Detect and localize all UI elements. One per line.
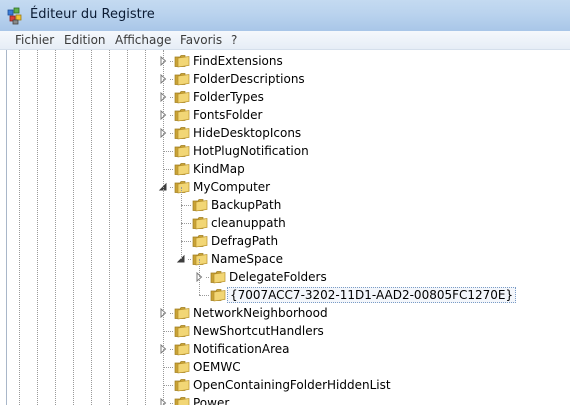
tree-node[interactable]: NotificationArea xyxy=(7,340,570,358)
tree-node[interactable]: {7007ACC7-3202-11D1-AAD2-00805FC1270E} xyxy=(7,286,570,304)
tree-node[interactable]: DelegateFolders xyxy=(7,268,570,286)
menu-bar: Fichier Edition Affichage Favoris ? xyxy=(0,31,570,50)
folder-icon xyxy=(174,307,190,320)
folder-icon xyxy=(174,343,190,356)
tree-node-label[interactable]: cleanuppath xyxy=(209,215,288,231)
menu-favoris[interactable]: Favoris xyxy=(180,33,222,47)
tree-connector xyxy=(163,367,173,368)
folder-icon xyxy=(174,325,190,338)
tree-node-label[interactable]: DefragPath xyxy=(209,233,280,249)
tree-node[interactable]: FolderTypes xyxy=(7,88,570,106)
folder-icon xyxy=(174,379,190,392)
title-bar[interactable]: Éditeur du Registre xyxy=(0,0,570,31)
tree-node-label[interactable]: KindMap xyxy=(191,161,247,177)
tree-guide-line xyxy=(163,50,164,405)
tree-node-label[interactable]: OEMWC xyxy=(191,359,243,375)
tree-connector xyxy=(181,241,191,242)
tree-node-label[interactable]: NewShortcutHandlers xyxy=(191,323,326,339)
folder-icon xyxy=(192,253,208,266)
tree-node-label[interactable]: OpenContainingFolderHiddenList xyxy=(191,377,393,393)
tree-node[interactable]: FontsFolder xyxy=(7,106,570,124)
tree-node[interactable]: HideDesktopIcons xyxy=(7,124,570,142)
tree-connector xyxy=(199,295,209,296)
tree-node-label[interactable]: BackupPath xyxy=(209,197,283,213)
tree-node-label[interactable]: Power xyxy=(191,395,231,405)
folder-icon xyxy=(210,289,226,302)
tree-connector xyxy=(181,223,191,224)
regedit-icon[interactable] xyxy=(6,7,24,25)
folder-icon xyxy=(174,127,190,140)
menu-edition[interactable]: Edition xyxy=(64,33,106,47)
tree-node[interactable]: NetworkNeighborhood xyxy=(7,304,570,322)
tree-connector xyxy=(181,205,191,206)
tree-node-label[interactable]: NotificationArea xyxy=(191,341,291,357)
tree-node[interactable]: OEMWC xyxy=(7,358,570,376)
tree-node-label[interactable]: FontsFolder xyxy=(191,107,264,123)
folder-icon xyxy=(174,145,190,158)
folder-icon xyxy=(174,361,190,374)
registry-tree[interactable]: FindExtensions FolderDescriptions FolderTy… xyxy=(6,50,570,405)
folder-icon xyxy=(174,181,190,194)
tree-node-label-selected[interactable]: {7007ACC7-3202-11D1-AAD2-00805FC1270E} xyxy=(227,287,517,303)
folder-icon xyxy=(174,73,190,86)
tree-node-label[interactable]: NetworkNeighborhood xyxy=(191,305,330,321)
tree-node-label[interactable]: DelegateFolders xyxy=(227,269,329,285)
tree-node-label[interactable]: HideDesktopIcons xyxy=(191,125,303,141)
tree-guide-line xyxy=(199,259,200,295)
tree-connector xyxy=(163,331,173,332)
tree-connector xyxy=(163,385,173,386)
tree-node-label[interactable]: HotPlugNotification xyxy=(191,143,311,159)
tree-node-label[interactable]: FindExtensions xyxy=(191,53,285,69)
tree-node[interactable]: NewShortcutHandlers xyxy=(7,322,570,340)
folder-icon xyxy=(174,55,190,68)
tree-node[interactable]: KindMap xyxy=(7,160,570,178)
tree-node[interactable]: BackupPath xyxy=(7,196,570,214)
tree-node[interactable]: HotPlugNotification xyxy=(7,142,570,160)
tree-node[interactable]: FolderDescriptions xyxy=(7,70,570,88)
folder-icon xyxy=(174,397,190,405)
menu-affichage[interactable]: Affichage xyxy=(115,33,171,47)
menu-fichier[interactable]: Fichier xyxy=(15,33,54,47)
tree-node[interactable]: Power xyxy=(7,394,570,405)
window-title: Éditeur du Registre xyxy=(30,7,155,22)
tree-node-label[interactable]: FolderTypes xyxy=(191,89,266,105)
tree-connector xyxy=(163,169,173,170)
tree-node[interactable]: cleanuppath xyxy=(7,214,570,232)
folder-icon xyxy=(174,163,190,176)
tree-node[interactable]: NameSpace xyxy=(7,250,570,268)
tree-node[interactable]: DefragPath xyxy=(7,232,570,250)
tree-connector xyxy=(163,151,173,152)
folder-icon xyxy=(192,217,208,230)
tree-node-label[interactable]: NameSpace xyxy=(209,251,285,267)
folder-icon xyxy=(174,91,190,104)
folder-icon xyxy=(192,235,208,248)
folder-icon xyxy=(174,109,190,122)
menu-help[interactable]: ? xyxy=(231,33,237,47)
tree-node-label[interactable]: FolderDescriptions xyxy=(191,71,307,87)
folder-icon xyxy=(192,199,208,212)
tree-node[interactable]: MyComputer xyxy=(7,178,570,196)
tree-guide-line xyxy=(181,187,182,259)
tree-node-label[interactable]: MyComputer xyxy=(191,179,272,195)
folder-icon xyxy=(210,271,226,284)
tree-node[interactable]: FindExtensions xyxy=(7,52,570,70)
tree-node[interactable]: OpenContainingFolderHiddenList xyxy=(7,376,570,394)
